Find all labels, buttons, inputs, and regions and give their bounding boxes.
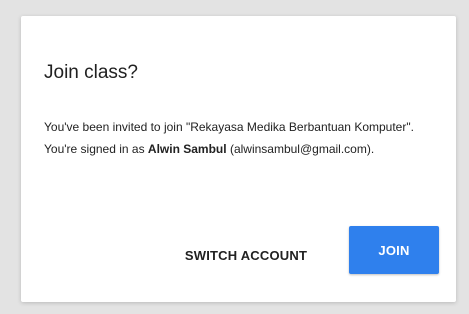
switch-account-button[interactable]: SWITCH ACCOUNT	[171, 238, 321, 272]
dialog-message: You've been invited to join "Rekayasa Me…	[44, 116, 434, 160]
signed-in-user-email: (alwinsambul@gmail.com).	[226, 142, 375, 156]
signed-in-user-name: Alwin Sambul	[147, 142, 227, 156]
join-button[interactable]: JOIN	[349, 226, 439, 274]
dialog-title: Join class?	[44, 62, 138, 83]
join-class-dialog: Join class? You've been invited to join …	[21, 16, 456, 302]
